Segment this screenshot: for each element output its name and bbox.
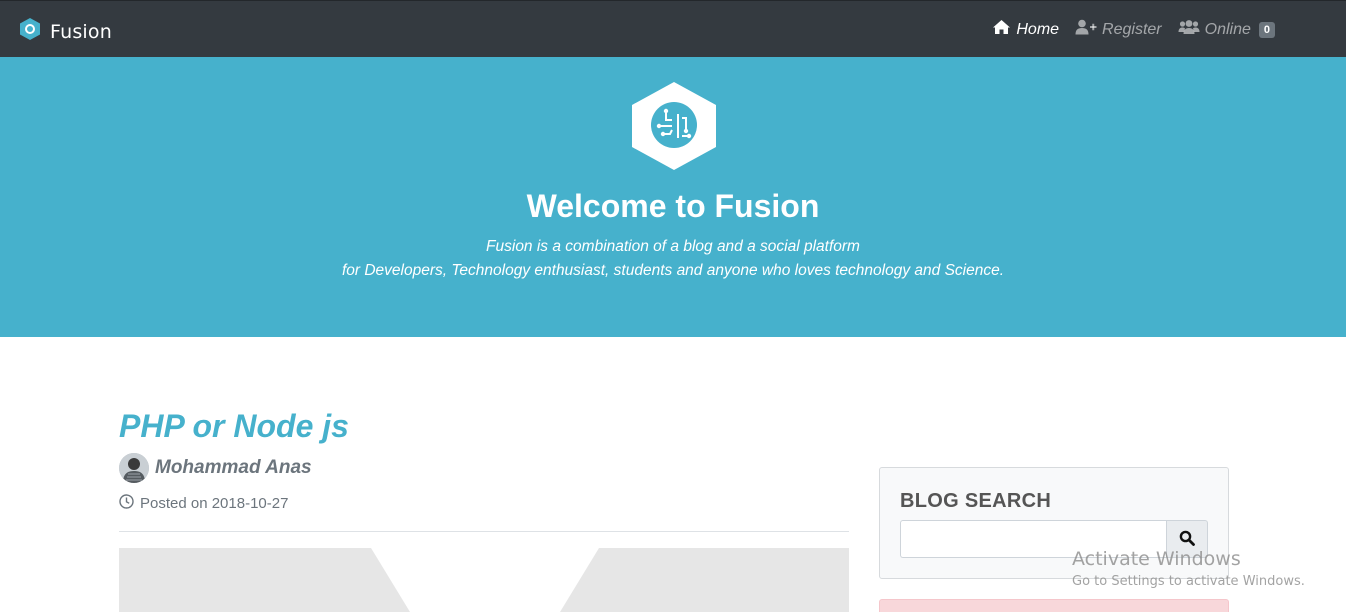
- user-plus-icon: [1075, 19, 1097, 40]
- post-date: Posted on 2018-10-27: [119, 494, 288, 513]
- post-date-text: Posted on 2018-10-27: [140, 495, 289, 512]
- fusion-logo-icon: [19, 17, 41, 46]
- home-icon: [992, 19, 1011, 40]
- blog-search-input[interactable]: [900, 520, 1166, 558]
- hero-banner: Welcome to Fusion Fusion is a combinatio…: [0, 57, 1346, 337]
- sidebar-alert-card: [879, 599, 1229, 612]
- hero-subtitle: Fusion is a combination of a blog and a …: [0, 235, 1346, 283]
- post-title-link[interactable]: PHP or Node js: [119, 408, 349, 445]
- nav-links: Home Register Online 0: [992, 19, 1275, 40]
- circuit-logo-icon: [630, 80, 718, 177]
- post-divider: [119, 531, 849, 532]
- post-featured-image: [119, 548, 849, 612]
- nav-home-label: Home: [1016, 20, 1060, 38]
- nav-online[interactable]: Online 0: [1178, 19, 1275, 40]
- nav-home[interactable]: Home: [992, 19, 1059, 40]
- blog-search-button[interactable]: [1166, 520, 1208, 558]
- users-icon: [1178, 19, 1200, 40]
- blog-search-heading: BLOG SEARCH: [900, 490, 1052, 512]
- author-name-link[interactable]: Mohammad Anas: [155, 457, 312, 479]
- top-navbar: Fusion Home Register Online 0: [0, 0, 1346, 57]
- nav-register[interactable]: Register: [1075, 19, 1162, 40]
- clock-icon: [119, 494, 134, 513]
- brand-link[interactable]: Fusion: [19, 17, 112, 46]
- post-author: Mohammad Anas: [119, 453, 312, 483]
- hero-title: Welcome to Fusion: [526, 188, 820, 224]
- blog-search-card: BLOG SEARCH: [879, 467, 1229, 579]
- search-icon: [1179, 530, 1195, 549]
- hero-subtitle-line-1: Fusion is a combination of a blog and a …: [486, 238, 860, 255]
- brand-name: Fusion: [50, 20, 112, 43]
- nav-online-label: Online: [1204, 20, 1251, 38]
- online-count-badge: 0: [1258, 21, 1275, 38]
- hero-subtitle-line-2: for Developers, Technology enthusiast, s…: [341, 262, 1005, 279]
- nav-register-label: Register: [1102, 20, 1162, 38]
- avatar: [119, 453, 149, 483]
